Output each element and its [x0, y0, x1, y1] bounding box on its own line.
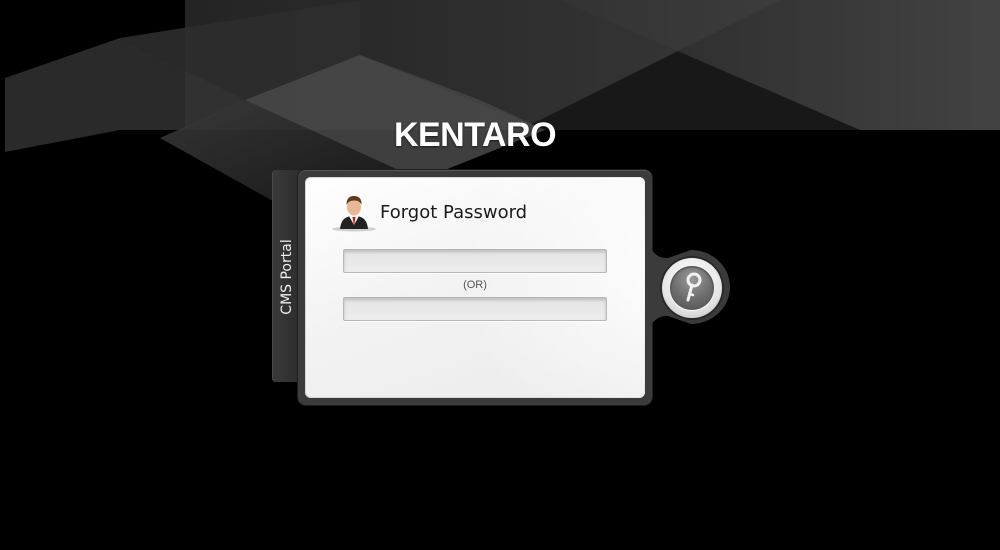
- recovery-field-2[interactable]: [343, 297, 607, 321]
- key-icon: [686, 272, 702, 302]
- login-page: KENTARO CMS Portal Forgot Password (OR): [0, 0, 1000, 550]
- side-tab-label: CMS Portal: [279, 239, 295, 315]
- recovery-field-1[interactable]: [343, 249, 607, 273]
- or-separator: (OR): [463, 279, 487, 291]
- form-title: Forgot Password: [380, 202, 528, 223]
- user-avatar-icon: [332, 196, 376, 232]
- submit-button-inner: [670, 266, 714, 310]
- brand-logo: KENTARO: [393, 116, 557, 154]
- submit-key-button[interactable]: [662, 258, 722, 318]
